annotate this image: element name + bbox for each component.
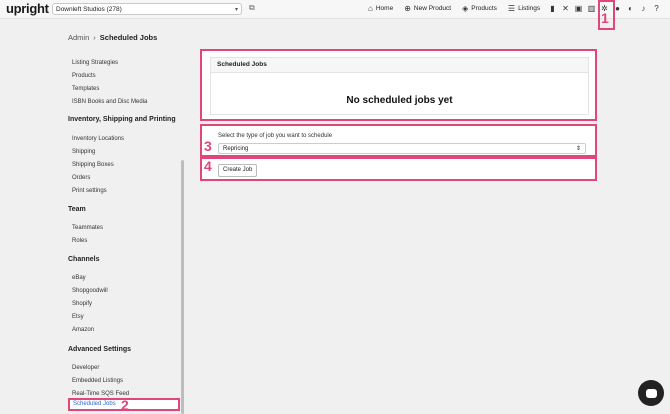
scheduled-jobs-panel: Scheduled Jobs No scheduled jobs yet (200, 49, 597, 121)
sidebar-item-isbn[interactable]: ISBN Books and Disc Media (72, 99, 147, 105)
sidebar-item-embedded-listings[interactable]: Embedded Listings (72, 378, 123, 384)
sidebar-section-team: Team (68, 206, 86, 213)
callout-3: 3 (204, 138, 212, 154)
nav-new-product[interactable]: ⊕ New Product (404, 3, 451, 15)
user-icon[interactable]: ◐ (626, 3, 635, 15)
sidebar-item-orders[interactable]: Orders (72, 175, 90, 181)
copy-icon[interactable]: ⧉ (249, 4, 257, 12)
store-selector-value: Downleft Studios (278) (56, 6, 122, 13)
sidebar-item-print-settings[interactable]: Print settings (72, 188, 107, 194)
plus-circle-icon: ⊕ (404, 4, 411, 13)
sidebar-item-developer[interactable]: Developer (72, 365, 99, 371)
chat-bubble-icon (645, 388, 657, 398)
sidebar-item-teammates[interactable]: Teammates (72, 225, 103, 231)
top-nav-bar: upright Downleft Studios (278) ▾ ⧉ ⌂ Home… (0, 0, 670, 19)
callout-1: 1 (601, 10, 609, 26)
job-type-panel: Select the type of job you want to sched… (200, 124, 597, 157)
sidebar-item-products[interactable]: Products (72, 73, 96, 79)
chart-icon[interactable]: ▥ (587, 3, 596, 15)
sidebar-section-inventory: Inventory, Shipping and Printing (68, 116, 176, 123)
sidebar-item-shopify[interactable]: Shopify (72, 301, 92, 307)
bag-icon[interactable]: ▣ (574, 3, 583, 15)
job-type-select[interactable]: Repricing ⇕ (218, 143, 586, 154)
nav-listings[interactable]: ☰ Listings (508, 3, 540, 15)
sidebar-item-shipping[interactable]: Shipping (72, 149, 95, 155)
callout-4: 4 (204, 158, 212, 174)
panel-title: Scheduled Jobs (211, 58, 588, 73)
sidebar: Listing Strategies Products Templates IS… (66, 50, 184, 414)
breadcrumb: Admin › Scheduled Jobs (68, 33, 157, 42)
breadcrumb-admin[interactable]: Admin (68, 33, 89, 42)
sidebar-section-channels: Channels (68, 256, 100, 263)
scheduled-jobs-card: Scheduled Jobs No scheduled jobs yet (210, 57, 589, 115)
home-icon: ⌂ (368, 4, 373, 13)
job-type-label: Select the type of job you want to sched… (218, 133, 333, 139)
sidebar-item-shipping-boxes[interactable]: Shipping Boxes (72, 162, 114, 168)
app-logo[interactable]: upright (6, 1, 49, 16)
breadcrumb-separator: › (93, 33, 96, 42)
create-job-panel: Create Job (200, 157, 597, 181)
chevron-down-icon: ▾ (234, 7, 238, 13)
main-nav: ⌂ Home ⊕ New Product ◈ Products ☰ Listings (368, 3, 540, 15)
empty-state-text: No scheduled jobs yet (346, 95, 453, 106)
products-icon: ◈ (462, 4, 469, 13)
sidebar-item-inventory-locations[interactable]: Inventory Locations (72, 136, 124, 142)
create-job-button[interactable]: Create Job (218, 164, 258, 177)
sidebar-item-listing-strategies[interactable]: Listing Strategies (72, 60, 118, 66)
store-selector[interactable]: Downleft Studios (278) ▾ (52, 3, 242, 15)
callout-2: 2 (121, 397, 129, 413)
job-type-value: Repricing (223, 146, 249, 152)
listings-icon: ☰ (507, 4, 516, 13)
sidebar-item-ebay[interactable]: eBay (72, 275, 86, 281)
sidebar-item-templates[interactable]: Templates (72, 86, 99, 92)
chat-launcher[interactable] (638, 380, 664, 406)
select-arrows-icon: ⇕ (575, 146, 581, 152)
sidebar-item-shopgoodwill[interactable]: Shopgoodwill (72, 288, 108, 294)
bell-icon[interactable]: ♪ (639, 3, 648, 15)
sidebar-section-advanced: Advanced Settings (68, 346, 132, 353)
sidebar-item-amazon[interactable]: Amazon (72, 327, 94, 333)
sidebar-item-etsy[interactable]: Etsy (72, 314, 84, 320)
trash-icon[interactable]: ▮ (548, 3, 557, 15)
nav-products[interactable]: ◈ Products (462, 3, 497, 15)
shuffle-icon[interactable]: ✕ (561, 3, 570, 15)
page-title: Scheduled Jobs (99, 33, 158, 42)
sidebar-item-roles[interactable]: Roles (72, 238, 87, 244)
nav-home[interactable]: ⌂ Home (368, 3, 393, 15)
help-icon[interactable]: ? (652, 3, 661, 15)
sidebar-scrollbar[interactable] (181, 160, 184, 414)
